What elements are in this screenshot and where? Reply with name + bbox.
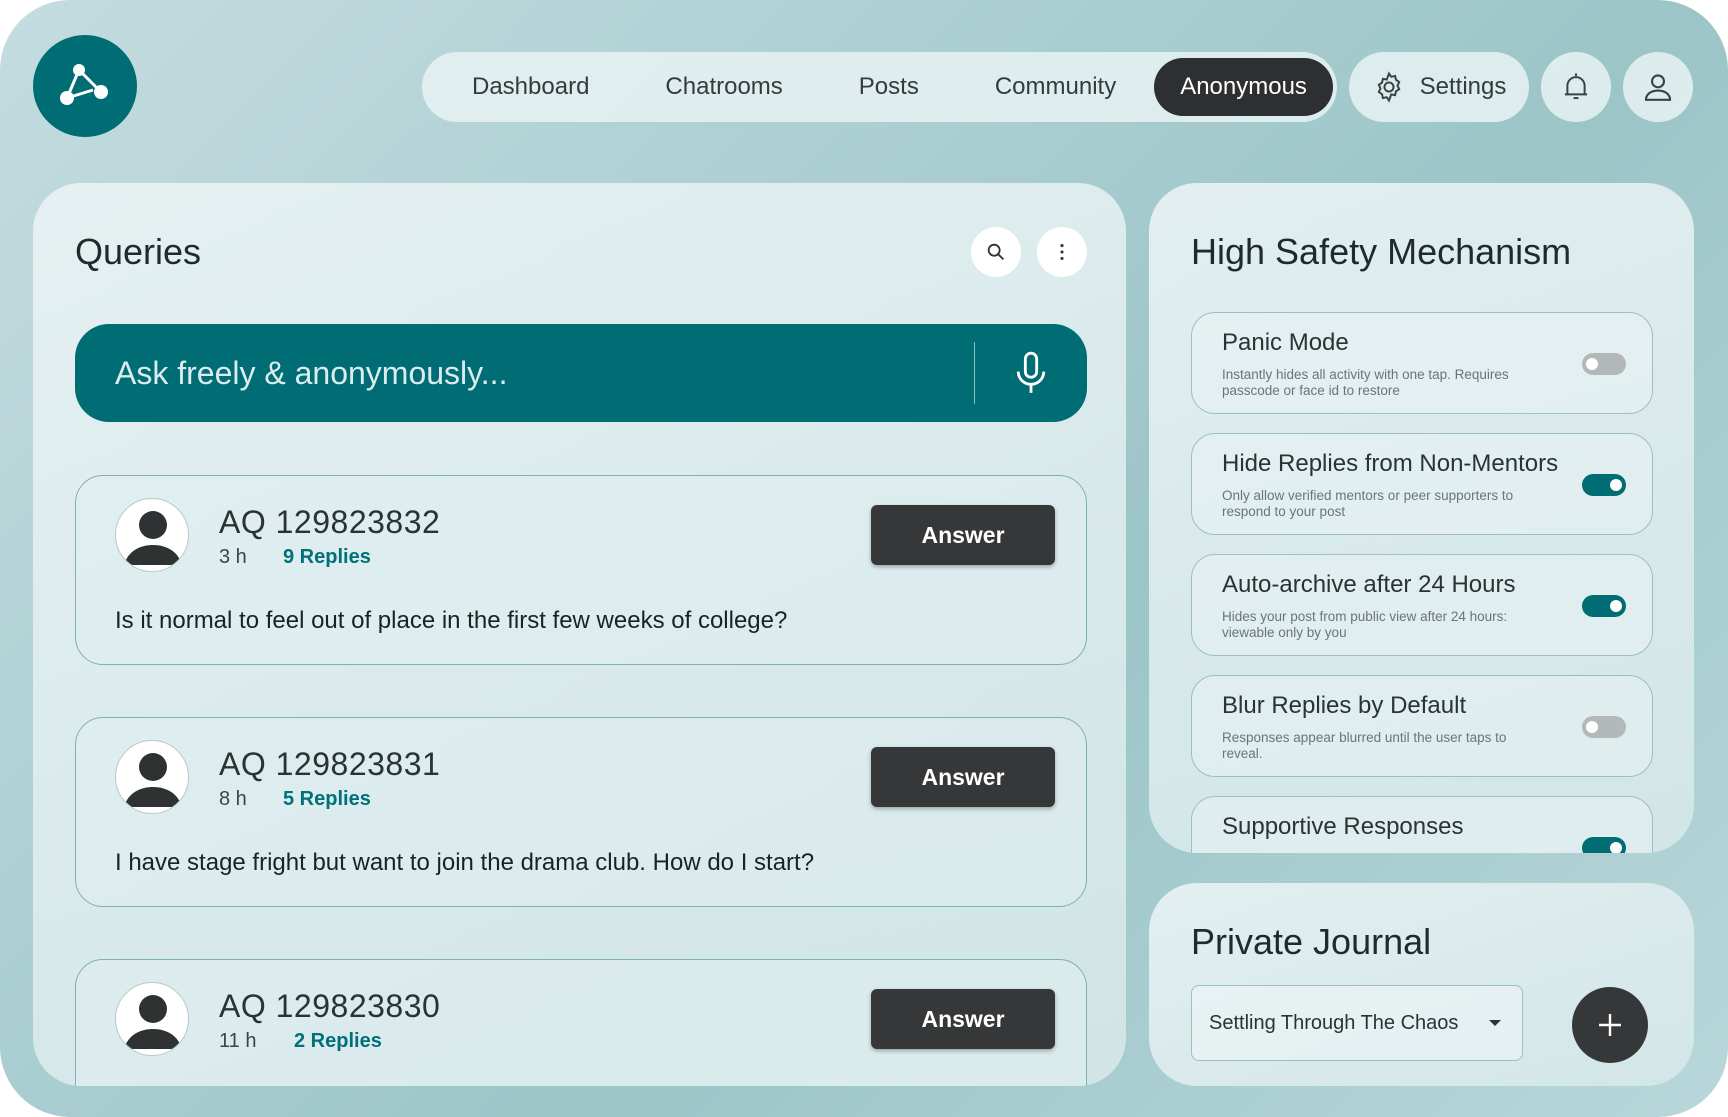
app-window: Dashboard Chatrooms Posts Community Anon… xyxy=(0,0,1728,1117)
nav-anonymous[interactable]: Anonymous xyxy=(1154,58,1333,116)
avatar xyxy=(115,740,189,814)
setting-title: Panic Mode xyxy=(1222,329,1349,356)
app-logo[interactable] xyxy=(33,35,137,137)
panic-mode-toggle[interactable] xyxy=(1582,353,1626,375)
query-text: Is it normal to feel out of place in the… xyxy=(115,607,788,634)
setting-blur-replies: Blur Replies by Default Responses appear… xyxy=(1191,675,1653,777)
answer-button[interactable]: Answer xyxy=(871,505,1055,565)
query-text: I have stage fright but want to join the… xyxy=(115,849,815,876)
answer-button[interactable]: Answer xyxy=(871,747,1055,807)
caret-down-icon xyxy=(1489,1020,1501,1026)
bell-icon xyxy=(1564,73,1588,100)
queries-title: Queries xyxy=(75,231,202,272)
setting-description: Hides your post from public view after 2… xyxy=(1222,609,1508,640)
query-time: 11 h xyxy=(219,1030,257,1052)
query-card: AQ 129823831 8 h 5 Replies Answer I have… xyxy=(75,717,1087,907)
plus-icon xyxy=(1599,1014,1621,1036)
queries-more-button[interactable] xyxy=(1037,227,1087,277)
default-avatar-icon xyxy=(124,995,182,1049)
query-card: AQ 129823832 3 h 9 Replies Answer Is it … xyxy=(75,475,1087,665)
queries-panel: Queries Ask freely & anonymously... AQ 1… xyxy=(33,183,1126,1086)
add-journal-button[interactable] xyxy=(1572,987,1648,1063)
answer-button[interactable]: Answer xyxy=(871,989,1055,1049)
supportive-responses-toggle[interactable] xyxy=(1582,837,1626,853)
setting-panic-mode: Panic Mode Instantly hides all activity … xyxy=(1191,312,1653,414)
settings-button[interactable]: Settings xyxy=(1349,52,1529,122)
mic-button[interactable] xyxy=(975,324,1087,422)
safety-title: High Safety Mechanism xyxy=(1191,231,1572,272)
setting-hide-replies: Hide Replies from Non-Mentors Only allow… xyxy=(1191,433,1653,535)
journal-title: Private Journal xyxy=(1191,921,1432,962)
query-replies[interactable]: 2 Replies xyxy=(294,1030,382,1053)
notifications-button[interactable] xyxy=(1541,52,1611,122)
default-avatar-icon xyxy=(124,511,182,565)
setting-description: Only allow verified mentors or peer supp… xyxy=(1222,488,1514,519)
setting-description: Instantly hides all activity with one ta… xyxy=(1222,367,1509,398)
query-id: AQ 129823830 xyxy=(219,988,441,1024)
nav-dashboard[interactable]: Dashboard xyxy=(434,58,627,116)
query-time: 8 h xyxy=(219,788,247,810)
query-card: AQ 129823830 11 h 2 Replies Answer xyxy=(75,959,1087,1086)
setting-title: Auto-archive after 24 Hours xyxy=(1222,571,1516,598)
nav-community[interactable]: Community xyxy=(957,58,1154,116)
more-vertical-icon xyxy=(1060,244,1064,260)
search-icon xyxy=(987,243,1004,260)
queries-search-button[interactable] xyxy=(971,227,1021,277)
query-replies[interactable]: 5 Replies xyxy=(283,788,371,811)
avatar xyxy=(115,498,189,572)
query-replies[interactable]: 9 Replies xyxy=(283,546,371,569)
profile-button[interactable] xyxy=(1623,52,1693,122)
blur-replies-toggle[interactable] xyxy=(1582,716,1626,738)
settings-label: Settings xyxy=(1419,73,1507,100)
hide-replies-toggle[interactable] xyxy=(1582,474,1626,496)
setting-title: Hide Replies from Non-Mentors xyxy=(1222,450,1559,477)
user-icon xyxy=(1644,74,1672,101)
microphone-icon xyxy=(1016,351,1046,393)
query-id: AQ 129823831 xyxy=(219,746,441,782)
setting-supportive-responses: Supportive Responses xyxy=(1191,796,1653,853)
ask-input[interactable] xyxy=(75,324,974,422)
default-avatar-icon xyxy=(124,753,182,807)
setting-title: Blur Replies by Default xyxy=(1222,692,1467,719)
ask-bar xyxy=(75,324,1087,422)
query-id: AQ 129823832 xyxy=(219,504,441,540)
avatar xyxy=(115,982,189,1056)
gear-icon xyxy=(1377,71,1401,103)
safety-panel: High Safety Mechanism Panic Mode Instant… xyxy=(1149,183,1694,853)
journal-panel: Private Journal Settling Through The Cha… xyxy=(1149,883,1694,1086)
setting-title: Supportive Responses xyxy=(1222,813,1464,840)
query-time: 3 h xyxy=(219,546,247,568)
journal-selected-value: Settling Through The Chaos xyxy=(1209,1011,1459,1034)
journal-select[interactable]: Settling Through The Chaos xyxy=(1191,985,1523,1061)
auto-archive-toggle[interactable] xyxy=(1582,595,1626,617)
setting-description: Responses appear blurred until the user … xyxy=(1222,730,1507,761)
main-nav: Dashboard Chatrooms Posts Community Anon… xyxy=(422,52,1337,122)
network-logo-icon xyxy=(60,64,108,105)
nav-chatrooms[interactable]: Chatrooms xyxy=(627,58,820,116)
setting-auto-archive: Auto-archive after 24 Hours Hides your p… xyxy=(1191,554,1653,656)
nav-posts[interactable]: Posts xyxy=(821,58,957,116)
